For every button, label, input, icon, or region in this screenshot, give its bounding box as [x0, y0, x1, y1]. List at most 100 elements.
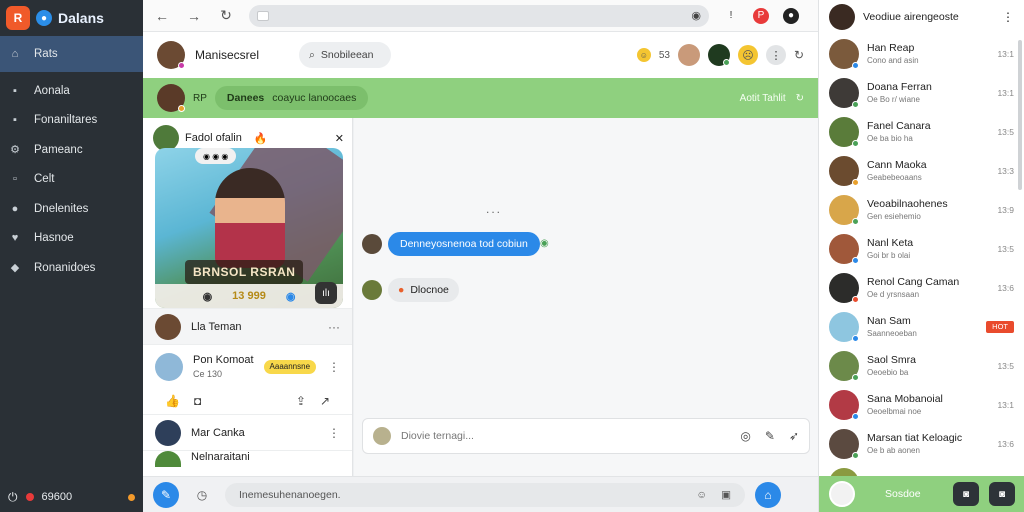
avatar[interactable]: [155, 352, 183, 381]
post-card[interactable]: Fadol ofalin 🔥 ✕ ◉ ◉ ◉ BRNSOL RSRAN ◉ 13…: [153, 122, 344, 308]
forward-button[interactable]: →: [185, 8, 203, 24]
reload-button[interactable]: ↻: [217, 7, 235, 24]
avatar[interactable]: [829, 4, 855, 30]
user-icon: ▪: [13, 84, 17, 97]
contact-item[interactable]: Fanel Canara Oe ba bio ha 13:5: [819, 112, 1024, 151]
contact-item[interactable]: Nanl Keta Goi br b olai 13:5: [819, 229, 1024, 268]
sidebar-item-1[interactable]: ▪ Aonala: [0, 76, 143, 106]
avatar[interactable]: [362, 234, 382, 254]
power-icon[interactable]: ⏻: [8, 490, 18, 505]
more-icon[interactable]: ⋮: [328, 360, 340, 374]
pen-icon[interactable]: ✎: [765, 429, 775, 443]
contact-item[interactable]: Sana Mobanoial Oeoelbmai noe 13:1: [819, 385, 1024, 424]
alert-icon[interactable]: !: [723, 8, 739, 24]
avatar[interactable]: [155, 419, 181, 446]
send-button[interactable]: ⌂: [755, 481, 781, 508]
avatar[interactable]: [829, 155, 859, 186]
close-icon[interactable]: ✕: [335, 132, 344, 145]
compose-button[interactable]: ✎: [153, 481, 179, 508]
contact-item[interactable]: Doana Ferran Oe Bo r/ wiane 13:1: [819, 73, 1024, 112]
avatar[interactable]: [155, 451, 181, 467]
banner-action[interactable]: Aotit Tahlit: [740, 93, 786, 104]
avatar[interactable]: [829, 311, 859, 342]
list-item[interactable]: Nelnaraitani: [143, 450, 352, 472]
sidebar-footer[interactable]: ⏻ 69600: [0, 482, 143, 512]
avatar[interactable]: [707, 44, 730, 66]
avatar[interactable]: [677, 44, 700, 66]
avatar[interactable]: [829, 77, 859, 108]
message-bubble[interactable]: ● Dlocnoe: [388, 278, 459, 302]
avatar[interactable]: [829, 428, 859, 459]
avatar[interactable]: [829, 233, 859, 264]
like-icon[interactable]: 👍: [165, 394, 180, 408]
sidebar-item-6[interactable]: ♥ Hasnoe: [0, 224, 143, 254]
emoji-icon[interactable]: ☺: [636, 48, 651, 62]
message-bubble[interactable]: Denneyosnenoa tod cobiun: [388, 232, 540, 256]
message-composer[interactable]: Diovie ternagi... ◎ ✎ ➶: [362, 418, 810, 454]
list-item[interactable]: Pon Komoat Ce 130 Aaaannsne ⋮: [143, 344, 352, 388]
emoji-icon[interactable]: ☹: [737, 45, 758, 65]
comment-icon[interactable]: ◘: [194, 394, 201, 408]
record-icon[interactable]: ◉: [691, 9, 701, 22]
list-item[interactable]: Mar Canka ⋮: [143, 414, 352, 450]
clock-icon[interactable]: ◷: [189, 482, 215, 508]
contact-item[interactable]: Cann Maoka Geabebeoaans 13:3: [819, 151, 1024, 190]
group-pill[interactable]: Danees coayuc lanoocaes: [214, 86, 369, 110]
profile-icon[interactable]: ●: [783, 7, 799, 24]
list-item[interactable]: Lla Teman ···: [143, 308, 352, 344]
avatar[interactable]: [155, 313, 181, 340]
share-icon[interactable]: ⇪: [296, 394, 306, 408]
more-icon[interactable]: ⋮: [328, 426, 340, 440]
attach-icon[interactable]: ◎: [740, 429, 750, 443]
avatar[interactable]: [373, 427, 391, 445]
avatar[interactable]: [829, 272, 859, 303]
chat-icon[interactable]: ◙: [953, 482, 979, 506]
contact-item[interactable]: Renol Cang Caman Oe d yrsnsaan 13:6: [819, 268, 1024, 307]
refresh-icon[interactable]: ↻: [796, 93, 804, 104]
avatar[interactable]: [362, 280, 382, 300]
contacts-header[interactable]: Veodiue airengeoste ⋮: [819, 0, 1024, 34]
chart-icon[interactable]: ılı: [315, 282, 337, 304]
more-options-icon[interactable]: ⋮: [765, 45, 786, 65]
pinterest-icon[interactable]: P: [753, 7, 769, 24]
contact-item[interactable]: Marsan tiat Keloagic Oe b ab aonen 13:6: [819, 424, 1024, 463]
search-input[interactable]: ⌕ Snobileean: [299, 42, 392, 68]
sidebar-item-2[interactable]: ▪ Fonaniltares: [0, 106, 143, 136]
more-icon[interactable]: ···: [328, 320, 340, 334]
avatar[interactable]: [829, 389, 859, 420]
scrollbar[interactable]: [1018, 40, 1022, 190]
gif-icon[interactable]: ▣: [721, 489, 731, 501]
avatar[interactable]: [829, 194, 859, 225]
send-icon[interactable]: ➶: [789, 429, 799, 443]
sidebar-item-7[interactable]: ◆ Ronanidoes: [0, 253, 143, 283]
forward-icon[interactable]: ↗: [320, 394, 330, 408]
brand[interactable]: R ● Dalans: [0, 0, 143, 36]
avatar[interactable]: [157, 84, 185, 112]
game-banner-image[interactable]: ◉ ◉ ◉ BRNSOL RSRAN ◉ 13 999 ◉ ılı: [155, 148, 343, 308]
more-icon[interactable]: ⋮: [1002, 10, 1014, 24]
sidebar-item-3[interactable]: ⚙ Pameanc: [0, 135, 143, 165]
contact-name: Nan Sam: [867, 315, 911, 327]
header-actions: ☺ 53 ☹ ⋮ ↻: [636, 44, 804, 66]
sidebar-item-4[interactable]: ▫ Celt: [0, 165, 143, 195]
contact-item[interactable]: Han Reap Cono and asin 13:1: [819, 34, 1024, 73]
contact-text: Doana Ferran Oe Bo r/ wiane: [867, 81, 932, 104]
avatar[interactable]: [157, 41, 185, 69]
contact-text: Fanel Canara Oe ba bio ha: [867, 120, 931, 143]
bottom-input[interactable]: Inemesuhenanoegen. ☺ ▣: [225, 482, 745, 507]
refresh-icon[interactable]: ↻: [794, 48, 804, 62]
sidebar-item-5[interactable]: ● Dnelenites: [0, 194, 143, 224]
message-icon[interactable]: ◙: [989, 482, 1015, 506]
back-button[interactable]: ←: [153, 8, 171, 24]
avatar[interactable]: [829, 481, 855, 507]
contact-item[interactable]: Nan Sam Saanneoeban HOT: [819, 307, 1024, 346]
avatar[interactable]: [829, 116, 859, 147]
contact-item[interactable]: Veoabilnaohenes Gen esiehemio 13:9: [819, 190, 1024, 229]
emoji-icon[interactable]: ☺: [696, 489, 707, 501]
composer-placeholder[interactable]: Diovie ternagi...: [401, 430, 474, 442]
avatar[interactable]: [829, 38, 859, 69]
avatar[interactable]: [829, 350, 859, 381]
address-bar[interactable]: ◉: [249, 4, 709, 27]
sidebar-item-0[interactable]: ⌂ Rats: [0, 36, 143, 72]
contact-item[interactable]: Saol Smra Oeoebio ba 13:5: [819, 346, 1024, 385]
